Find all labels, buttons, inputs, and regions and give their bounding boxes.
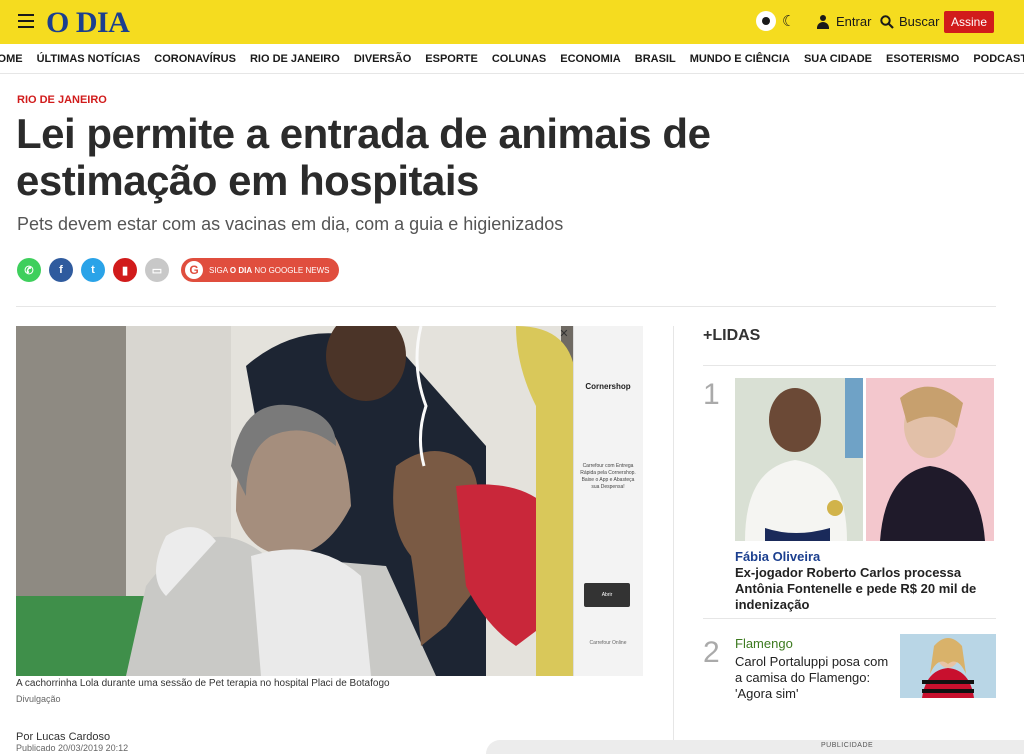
nav-item-diversao[interactable]: DIVERSÃO — [354, 53, 411, 65]
search-icon — [880, 14, 894, 29]
menu-icon[interactable] — [18, 14, 34, 28]
login-label: Entrar — [836, 14, 872, 29]
ad-brand: Cornershop — [585, 382, 631, 391]
photo-caption: A cachorrinha Lola durante uma sessão de… — [16, 678, 390, 689]
google-news-button[interactable]: G SIGA O DIA NO GOOGLE NEWS — [181, 258, 340, 282]
ad-footer: Carrefour Online — [589, 640, 627, 646]
google-news-label: SIGA O DIA NO GOOGLE NEWS — [209, 265, 330, 275]
section-label[interactable]: RIO DE JANEIRO — [17, 94, 107, 106]
nav-item-esoterismo[interactable]: ESOTERISMO — [886, 53, 959, 65]
subscribe-button[interactable]: Assine — [944, 11, 994, 33]
sun-icon[interactable] — [756, 11, 776, 31]
login-button[interactable]: Entrar — [816, 14, 871, 29]
article-photo[interactable] — [16, 326, 643, 676]
share-bar: ✆ f t ▮ ▭ G SIGA O DIA NO GOOGLE NEWS — [17, 258, 340, 282]
most-read-2-image[interactable] — [900, 634, 996, 698]
nav-item-sua-cidade[interactable]: SUA CIDADE — [804, 53, 872, 65]
twitter-icon[interactable]: t — [81, 258, 105, 282]
google-icon: G — [185, 261, 203, 279]
nav-item-colunas[interactable]: COLUNAS — [492, 53, 546, 65]
nav-item-mundo-e-ciencia[interactable]: MUNDO E CIÊNCIA — [690, 53, 790, 65]
search-button[interactable]: Buscar — [880, 14, 939, 29]
nav-item-economia[interactable]: ECONOMIA — [560, 53, 621, 65]
article-headline: Lei permite a entrada de animais de esti… — [16, 110, 711, 204]
most-read-1-title[interactable]: Ex-jogador Roberto Carlos processa Antôn… — [735, 565, 996, 613]
nav-item-ultimas-noticias[interactable]: ÚLTIMAS NOTÍCIAS — [37, 53, 141, 65]
ad-close-icon[interactable]: ✕ — [558, 328, 570, 340]
most-read-divider — [703, 365, 996, 366]
nav-item-coronavirus[interactable]: CORONAVÍRUS — [154, 53, 236, 65]
ad-text: Carrefour com Entrega Rápida pela Corner… — [580, 463, 636, 490]
user-icon — [816, 14, 830, 29]
article-author: Por Lucas Cardoso — [16, 731, 111, 743]
article-published-date: Publicado 20/03/2019 20:12 — [16, 743, 129, 753]
nav-item-home[interactable]: HOME — [0, 53, 23, 65]
search-label: Buscar — [899, 14, 940, 29]
ad-banner[interactable] — [573, 326, 643, 676]
photo-credit: Divulgação — [16, 694, 61, 704]
most-read-1-image[interactable] — [735, 378, 994, 541]
bookmark-icon[interactable]: ▮ — [113, 258, 137, 282]
most-read-separator — [703, 618, 996, 619]
ad-slot-bar — [486, 740, 1024, 754]
ad-open-button[interactable]: Abrir — [584, 583, 630, 607]
header-divider — [16, 306, 996, 307]
whatsapp-icon[interactable]: ✆ — [17, 258, 41, 282]
main-nav: HOME ÚLTIMAS NOTÍCIAS CORONAVÍRUS RIO DE… — [0, 44, 1024, 74]
nav-item-esporte[interactable]: ESPORTE — [425, 53, 478, 65]
most-read-2-title[interactable]: Carol Portaluppi posa com a camisa do Fl… — [735, 654, 890, 702]
most-read-1-category[interactable]: Fábia Oliveira — [735, 549, 820, 564]
nav-item-brasil[interactable]: BRASIL — [635, 53, 676, 65]
sidebar-divider — [673, 326, 674, 754]
most-read-2-category[interactable]: Flamengo — [735, 636, 793, 651]
nav-item-rio-de-janeiro[interactable]: RIO DE JANEIRO — [250, 53, 340, 65]
article-subheadline: Pets devem estar com as vacinas em dia, … — [17, 214, 564, 234]
moon-icon[interactable]: ☾ — [782, 12, 795, 30]
rank-1: 1 — [703, 378, 720, 411]
site-header: O DIA ☾ Entrar Buscar Assine — [0, 0, 1024, 44]
theme-toggle[interactable]: ☾ — [756, 11, 795, 31]
facebook-icon[interactable]: f — [49, 258, 73, 282]
publicidade-label: PUBLICIDADE — [821, 742, 874, 749]
nav-item-podcasts[interactable]: PODCASTS — [973, 53, 1024, 65]
most-read-title: +LIDAS — [703, 327, 761, 344]
site-logo[interactable]: O DIA — [46, 6, 130, 40]
rank-2: 2 — [703, 636, 720, 669]
comment-icon[interactable]: ▭ — [145, 258, 169, 282]
